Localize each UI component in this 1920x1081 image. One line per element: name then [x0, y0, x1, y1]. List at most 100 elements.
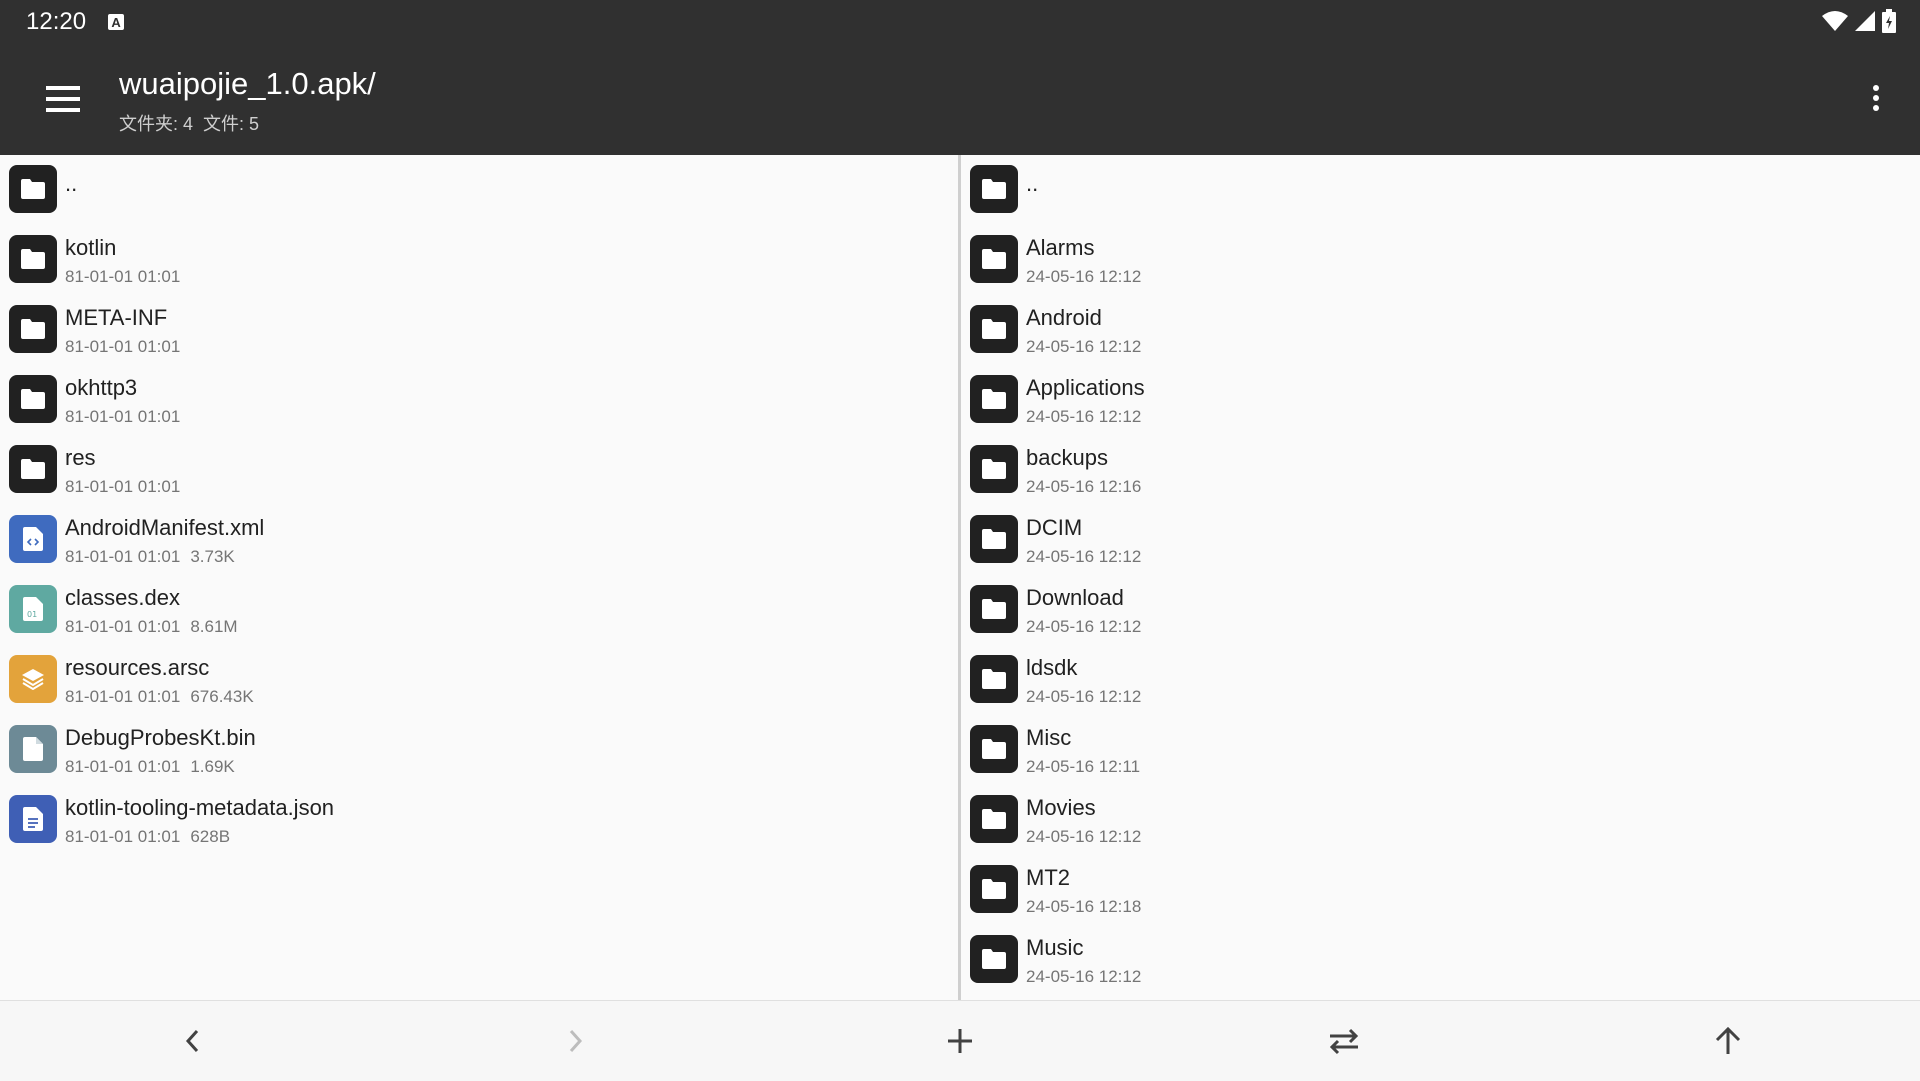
- back-arrow-icon: [185, 1029, 199, 1053]
- add-icon: [948, 1029, 972, 1053]
- folder-icon: [9, 305, 57, 353]
- list-item-meta: 81-01-01 01:01 3.73K: [65, 547, 235, 567]
- list-item-date: 24-05-16 12:18: [1026, 897, 1142, 916]
- folder-icon: [9, 445, 57, 493]
- list-item-name: kotlin: [65, 235, 117, 260]
- list-item-name: backups: [1026, 445, 1108, 470]
- forward-arrow-icon: [569, 1029, 583, 1053]
- list-item-name: kotlin-tooling-metadata.json: [65, 795, 335, 820]
- folder-icon: [970, 375, 1018, 423]
- menu-button[interactable]: [40, 80, 86, 120]
- list-item-name: classes.dex: [65, 585, 180, 610]
- list-item-size: 3.73K: [190, 547, 235, 566]
- app-bar: wuaipojie_1.0.apk/ 文件夹: 4 文件: 5: [0, 44, 1920, 155]
- list-item-meta: 81-01-01 01:01: [65, 337, 180, 357]
- list-item-date: 81-01-01 01:01: [65, 757, 181, 776]
- list-item-date: 24-05-16 12:12: [1026, 267, 1142, 286]
- list-item-name: DCIM: [1026, 515, 1083, 540]
- list-item[interactable]: kotlin-tooling-metadata.json 81-01-01 01…: [0, 785, 958, 855]
- list-item[interactable]: Misc 24-05-16 12:11: [961, 715, 1920, 785]
- list-item[interactable]: Android 24-05-16 12:12: [961, 295, 1920, 365]
- list-item[interactable]: okhttp3 81-01-01 01:01: [0, 365, 958, 435]
- forward-button[interactable]: [556, 1021, 596, 1061]
- list-item[interactable]: backups 24-05-16 12:16: [961, 435, 1920, 505]
- list-item[interactable]: Alarms 24-05-16 12:12: [961, 225, 1920, 295]
- list-item-date: 81-01-01 01:01: [65, 687, 181, 706]
- list-item-date: 81-01-01 01:01: [65, 617, 181, 636]
- list-item-date: 24-05-16 12:12: [1026, 337, 1142, 356]
- signal-icon: [1855, 11, 1875, 31]
- list-item-name: Music: [1026, 935, 1084, 960]
- list-item-name: Misc: [1026, 725, 1072, 750]
- list-item-date: 81-01-01 01:01: [65, 407, 181, 426]
- dex-file-icon: 01: [9, 585, 57, 633]
- folder-icon: [970, 865, 1018, 913]
- list-item-name: okhttp3: [65, 375, 138, 400]
- folder-icon: [970, 795, 1018, 843]
- layers-file-icon: [9, 655, 57, 703]
- right-pane[interactable]: .. Alarms 24-05-16 12:12 Android 24-05-1…: [961, 155, 1920, 1000]
- swap-icon: [1329, 1028, 1359, 1055]
- list-item-meta: 81-01-01 01:01 676.43K: [65, 687, 254, 707]
- list-item[interactable]: META-INF 81-01-01 01:01: [0, 295, 958, 365]
- list-item-name: ..: [65, 171, 78, 196]
- list-item-date: 81-01-01 01:01: [65, 827, 181, 846]
- left-pane[interactable]: .. kotlin 81-01-01 01:01 META-INF 81-01-…: [0, 155, 958, 1000]
- list-item-size: 8.61M: [190, 617, 238, 636]
- list-item-date: 24-05-16 12:12: [1026, 617, 1142, 636]
- list-item-date: 24-05-16 12:11: [1026, 757, 1141, 776]
- list-item-date: 81-01-01 01:01: [65, 337, 181, 356]
- parent-directory-row[interactable]: ..: [0, 155, 958, 225]
- list-item-name: DebugProbesKt.bin: [65, 725, 256, 750]
- list-item[interactable]: MT2 24-05-16 12:18: [961, 855, 1920, 925]
- list-item-date: 81-01-01 01:01: [65, 547, 181, 566]
- list-item-date: 24-05-16 12:12: [1026, 967, 1142, 986]
- list-item[interactable]: ldsdk 24-05-16 12:12: [961, 645, 1920, 715]
- list-item[interactable]: res 81-01-01 01:01: [0, 435, 958, 505]
- swap-panes-button[interactable]: [1324, 1021, 1364, 1061]
- list-item[interactable]: Music 24-05-16 12:12: [961, 925, 1920, 995]
- parent-directory-row[interactable]: ..: [961, 155, 1920, 225]
- list-item-size: 676.43K: [190, 687, 254, 706]
- parent-directory-button[interactable]: [1708, 1021, 1748, 1061]
- battery-icon: [1882, 9, 1896, 33]
- list-item[interactable]: 01 classes.dex 81-01-01 01:01 8.61M: [0, 575, 958, 645]
- list-item-date: 24-05-16 12:12: [1026, 547, 1142, 566]
- add-button[interactable]: [940, 1021, 980, 1061]
- folder-icon: [9, 375, 57, 423]
- xml-file-icon: [9, 515, 57, 563]
- list-item-meta: 81-01-01 01:01: [65, 267, 180, 287]
- folder-icon: [970, 235, 1018, 283]
- list-item[interactable]: DebugProbesKt.bin 81-01-01 01:01 1.69K: [0, 715, 958, 785]
- up-arrow-icon: [1715, 1026, 1741, 1054]
- folder-icon: [970, 585, 1018, 633]
- list-item-name: ldsdk: [1026, 655, 1078, 680]
- list-item[interactable]: Movies 24-05-16 12:12: [961, 785, 1920, 855]
- list-item-meta: 81-01-01 01:01 8.61M: [65, 617, 238, 637]
- list-item-name: resources.arsc: [65, 655, 210, 680]
- list-item-date: 24-05-16 12:12: [1026, 407, 1142, 426]
- list-item[interactable]: DCIM 24-05-16 12:12: [961, 505, 1920, 575]
- keyboard-indicator-icon: A: [108, 14, 125, 30]
- list-item-date: 24-05-16 12:12: [1026, 827, 1142, 846]
- list-item-date: 81-01-01 01:01: [65, 267, 181, 286]
- list-item[interactable]: AndroidManifest.xml 81-01-01 01:01 3.73K: [0, 505, 958, 575]
- folder-file-count: 文件夹: 4 文件: 5: [119, 110, 259, 136]
- list-item-meta: 81-01-01 01:01 1.69K: [65, 757, 235, 777]
- folder-icon: [970, 935, 1018, 983]
- folder-icon: [970, 655, 1018, 703]
- more-options-button[interactable]: [1858, 82, 1894, 118]
- list-item[interactable]: Applications 24-05-16 12:12: [961, 365, 1920, 435]
- list-item-meta: 81-01-01 01:01: [65, 477, 180, 497]
- folder-count: 文件夹: 4: [119, 114, 194, 134]
- status-time: 12:20: [26, 8, 87, 35]
- list-item[interactable]: resources.arsc 81-01-01 01:01 676.43K: [0, 645, 958, 715]
- list-item-name: Android: [1026, 305, 1102, 330]
- wifi-icon: [1822, 11, 1848, 31]
- list-item-name: AndroidManifest.xml: [65, 515, 265, 540]
- list-item[interactable]: kotlin 81-01-01 01:01: [0, 225, 958, 295]
- folder-icon: [970, 515, 1018, 563]
- list-item-size: 1.69K: [190, 757, 235, 776]
- back-button[interactable]: [172, 1021, 212, 1061]
- list-item[interactable]: Download 24-05-16 12:12: [961, 575, 1920, 645]
